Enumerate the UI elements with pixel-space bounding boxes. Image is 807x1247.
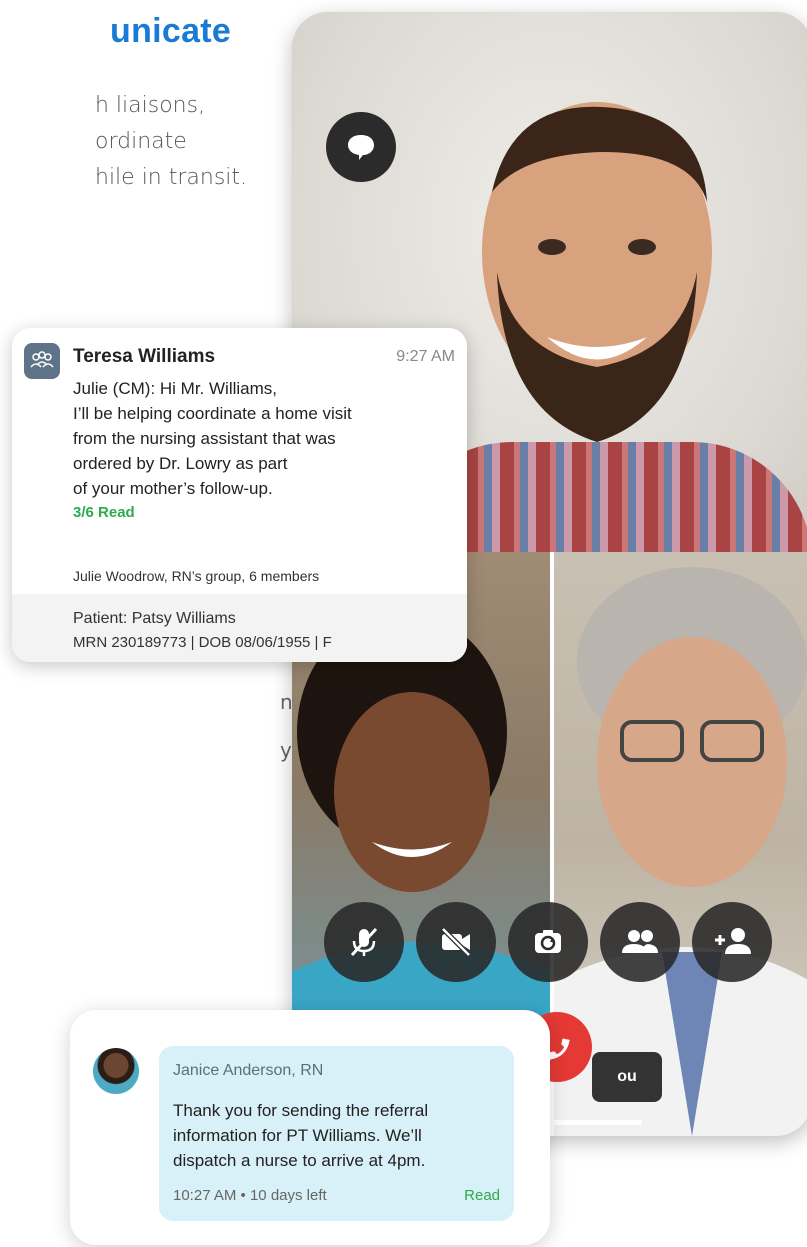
call-controls xyxy=(324,902,772,982)
self-view-label: ou xyxy=(592,1052,662,1102)
group-info: Julie Woodrow, RN’s group, 6 members xyxy=(73,568,320,584)
add-participant-icon xyxy=(715,928,751,954)
participants-icon xyxy=(622,930,658,953)
chat-icon xyxy=(348,135,374,160)
message-bubble: Janice Anderson, RN Thank you for sendin… xyxy=(159,1046,514,1221)
add-participant-button[interactable] xyxy=(692,902,772,982)
side-text-fragment: y xyxy=(280,738,292,762)
caller-portrait xyxy=(482,102,712,442)
notification-line: from the nursing assistant that was xyxy=(73,429,336,448)
message-line: information for PT Williams. We’ll xyxy=(173,1126,422,1145)
intro-line: ordinate xyxy=(95,129,187,154)
switch-camera-icon xyxy=(535,930,561,953)
patient-mrn-dob: MRN 230189773 | DOB 08/06/1955 | F xyxy=(73,634,332,651)
message-timestamp: 10:27 AM • 10 days left xyxy=(173,1187,327,1204)
intro-text: h liaisons, ordinate hile in transit. xyxy=(95,88,295,196)
notification-line: of your mother’s follow-up. xyxy=(73,479,273,498)
video-off-icon xyxy=(441,927,471,957)
notification-body: Julie (CM): Hi Mr. Williams, I’ll be hel… xyxy=(73,376,453,501)
switch-camera-button[interactable] xyxy=(508,902,588,982)
message-line: dispatch a nurse to arrive at 4pm. xyxy=(173,1151,426,1170)
message-card[interactable]: Janice Anderson, RN Thank you for sendin… xyxy=(70,1010,550,1245)
notification-line: ordered by Dr. Lowry as part xyxy=(73,454,288,473)
message-sender: Janice Anderson, RN xyxy=(173,1062,324,1079)
notification-time: 9:27 AM xyxy=(396,348,455,365)
page-headline: unicate xyxy=(110,12,232,50)
patient-info: Patient: Patsy Williams MRN 230189773 | … xyxy=(12,594,467,662)
message-read-status: Read xyxy=(464,1187,500,1204)
patient-name: Patient: Patsy Williams xyxy=(73,610,236,627)
message-text: Thank you for sending the referral infor… xyxy=(173,1098,503,1173)
side-text-fragment: n xyxy=(280,690,293,714)
avatar xyxy=(93,1048,139,1094)
mute-button[interactable] xyxy=(324,902,404,982)
notification-line: I’ll be helping coordinate a home visit xyxy=(73,404,352,423)
group-icon xyxy=(24,343,60,379)
notification-card[interactable]: Teresa Williams 9:27 AM Julie (CM): Hi M… xyxy=(12,328,467,662)
intro-line: hile in transit. xyxy=(95,165,248,190)
video-toggle-button[interactable] xyxy=(416,902,496,982)
read-receipt-status: 3/6 Read xyxy=(73,504,135,521)
mute-icon xyxy=(350,927,378,957)
notification-line: Julie (CM): Hi Mr. Williams, xyxy=(73,379,277,398)
intro-line: h liaisons, xyxy=(95,93,206,118)
chat-button[interactable] xyxy=(326,112,396,182)
notification-sender: Teresa Williams xyxy=(73,346,216,367)
message-line: Thank you for sending the referral xyxy=(173,1101,429,1120)
participants-button[interactable] xyxy=(600,902,680,982)
